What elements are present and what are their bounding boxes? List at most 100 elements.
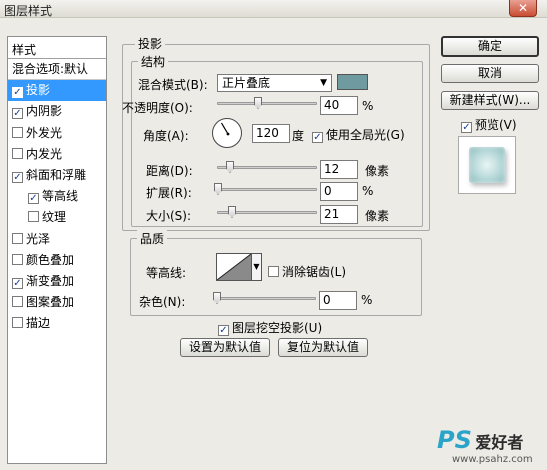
reset-default-button[interactable]: 复位为默认值: [278, 338, 368, 357]
structure-title: 结构: [138, 53, 169, 70]
checkbox-icon[interactable]: ✓: [12, 108, 23, 120]
new-style-button[interactable]: 新建样式(W)...: [441, 91, 539, 110]
close-button[interactable]: ✕: [509, 0, 537, 17]
style-item-label: 投影: [26, 83, 51, 98]
checkbox-icon[interactable]: [12, 232, 23, 244]
checkbox-icon[interactable]: ✓: [12, 171, 23, 183]
watermark-text: 爱好者: [475, 433, 524, 452]
spread-input[interactable]: 0: [320, 182, 358, 201]
spread-slider[interactable]: [214, 183, 317, 195]
drop-shadow-group: 投影 结构 混合模式(B): 正片叠底 ▼ 不透明度(O): 40 % 角度(A…: [122, 35, 430, 231]
style-item[interactable]: 外发光: [8, 123, 106, 144]
checkbox-icon[interactable]: [12, 253, 23, 265]
site-watermark: PS 爱好者: [437, 426, 523, 454]
opacity-label: 不透明度(O):: [122, 101, 193, 115]
drop-shadow-title: 投影: [135, 35, 166, 52]
angle-label: 角度(A):: [143, 129, 189, 143]
angle-dial[interactable]: [212, 118, 242, 148]
contour-label: 等高线:: [146, 266, 187, 280]
quality-title: 品质: [137, 230, 168, 247]
window-title: 图层样式: [4, 4, 53, 18]
preview-checkbox[interactable]: ✓ 预览(V): [461, 116, 517, 133]
checkbox-icon[interactable]: ✓: [28, 193, 39, 205]
watermark-url: www.psahz.com: [452, 454, 533, 465]
style-item[interactable]: ✓ 等高线: [8, 186, 106, 207]
checkbox-icon[interactable]: [12, 126, 23, 138]
preview-swatch: [469, 147, 505, 183]
style-item[interactable]: 光泽: [8, 229, 106, 250]
size-slider-thumb[interactable]: [228, 206, 236, 218]
style-item-label: 等高线: [42, 189, 79, 204]
style-item[interactable]: 纹理: [8, 207, 106, 228]
distance-input[interactable]: 12: [320, 160, 358, 179]
style-item[interactable]: ✓ 渐变叠加: [8, 271, 106, 292]
chevron-down-icon: ▼: [320, 78, 327, 88]
style-item[interactable]: ✓ 斜面和浮雕: [8, 165, 106, 186]
styles-header: 样式: [8, 37, 106, 59]
ok-button[interactable]: 确定: [441, 36, 539, 57]
noise-input[interactable]: 0: [319, 291, 357, 310]
spread-unit: %: [362, 184, 374, 198]
style-item-label: 颜色叠加: [26, 252, 75, 267]
spread-label: 扩展(R):: [146, 186, 192, 200]
checkbox-icon[interactable]: [268, 266, 279, 277]
checkbox-icon[interactable]: [12, 296, 23, 308]
global-light-label: 使用全局光(G): [326, 128, 405, 142]
style-item[interactable]: ✓ 内阴影: [8, 101, 106, 122]
blend-mode-value: 正片叠底: [222, 76, 271, 90]
distance-slider[interactable]: [217, 161, 317, 173]
size-slider[interactable]: [217, 206, 317, 218]
style-item[interactable]: ✓ 投影: [8, 80, 106, 102]
style-item[interactable]: 描边: [8, 313, 106, 334]
noise-label: 杂色(N):: [139, 295, 186, 309]
checkbox-icon[interactable]: ✓: [461, 122, 472, 133]
checkbox-icon[interactable]: ✓: [218, 325, 229, 336]
angle-input[interactable]: 120: [252, 124, 290, 143]
style-item-label: 光泽: [26, 231, 51, 246]
noise-slider-thumb[interactable]: [213, 292, 221, 304]
shadow-color-swatch[interactable]: [337, 74, 368, 90]
style-item-label: 内发光: [26, 146, 63, 161]
distance-slider-thumb[interactable]: [226, 161, 234, 173]
opacity-slider-thumb[interactable]: [254, 97, 262, 109]
style-item[interactable]: 颜色叠加: [8, 250, 106, 271]
checkbox-icon[interactable]: [28, 211, 39, 223]
style-item-label: 描边: [26, 316, 51, 331]
cancel-button[interactable]: 取消: [441, 64, 539, 83]
contour-linear-icon: [216, 253, 252, 281]
checkbox-icon[interactable]: [12, 147, 23, 159]
checkbox-icon[interactable]: [12, 317, 23, 329]
blend-mode-select[interactable]: 正片叠底 ▼: [217, 74, 332, 92]
layer-style-dialog: 图层样式 ✕ 样式 混合选项:默认 ✓ 投影 ✓ 内阴影 外发光 内发光 ✓ 斜面和浮雕 ✓ 等高…: [0, 0, 547, 470]
spread-slider-thumb[interactable]: [214, 183, 222, 195]
noise-slider[interactable]: [213, 292, 316, 304]
quality-group: 品质 等高线: ▼ 消除锯齿(L) 杂色(N): 0 %: [130, 230, 422, 316]
contour-picker[interactable]: [216, 253, 252, 281]
angle-indicator-icon: [220, 122, 230, 136]
global-light-checkbox[interactable]: ✓ 使用全局光(G): [312, 126, 405, 143]
style-item[interactable]: 内发光: [8, 144, 106, 165]
opacity-unit: %: [362, 99, 374, 113]
noise-unit: %: [361, 293, 373, 307]
contour-dropdown-icon[interactable]: ▼: [252, 253, 262, 281]
title-bar: 图层样式 ✕: [0, 0, 547, 18]
style-preview: [458, 136, 516, 194]
opacity-slider[interactable]: [217, 97, 317, 109]
blend-mode-label: 混合模式(B):: [138, 78, 208, 92]
anti-alias-checkbox[interactable]: 消除锯齿(L): [268, 263, 346, 280]
style-item[interactable]: 图案叠加: [8, 292, 106, 313]
set-default-button[interactable]: 设置为默认值: [180, 338, 270, 357]
size-input[interactable]: 21: [320, 205, 358, 224]
opacity-input[interactable]: 40: [320, 96, 358, 115]
checkbox-icon[interactable]: ✓: [12, 277, 23, 289]
style-item-label: 图案叠加: [26, 295, 75, 310]
size-unit: 像素: [365, 209, 390, 223]
watermark-brand: PS: [437, 426, 472, 454]
checkbox-icon[interactable]: ✓: [12, 87, 23, 99]
checkbox-icon[interactable]: ✓: [312, 132, 323, 143]
angle-unit: 度: [292, 129, 305, 143]
blend-options-item[interactable]: 混合选项:默认: [8, 59, 106, 81]
knockout-checkbox[interactable]: ✓ 图层挖空投影(U): [218, 319, 322, 336]
style-item-label: 渐变叠加: [26, 273, 75, 288]
style-item-label: 外发光: [26, 125, 63, 140]
